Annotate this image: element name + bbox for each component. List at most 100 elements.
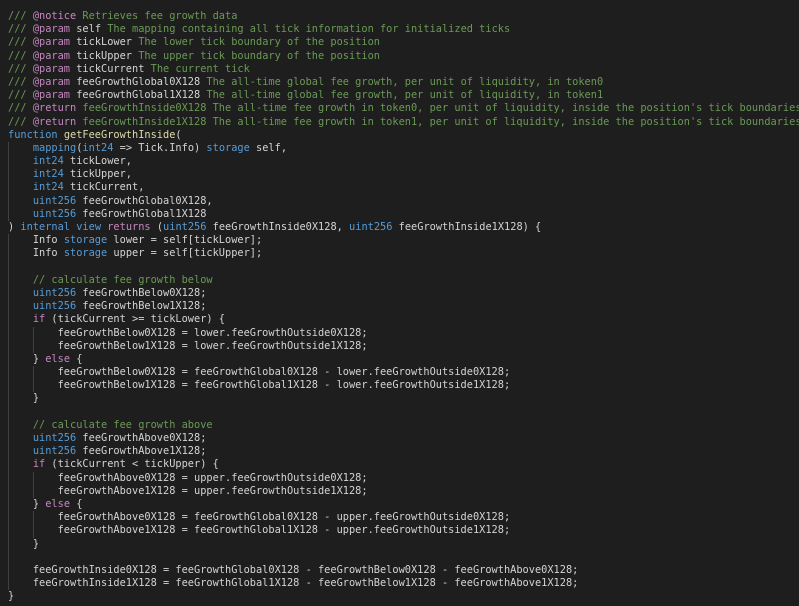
code-token: feeGrowthAbove0X128 = feeGrowthGlobal0X1… xyxy=(57,511,511,524)
code-editor[interactable]: /// @notice Retrieves fee growth data///… xyxy=(0,0,799,606)
code-token: lower = self[tickLower]; xyxy=(107,234,263,247)
code-line[interactable]: } else { xyxy=(0,497,799,512)
code-line[interactable]: uint256 feeGrowthBelow1X128; xyxy=(0,300,799,314)
indent-guide xyxy=(8,366,9,380)
code-token: storage xyxy=(63,247,108,260)
code-line[interactable]: mapping(int24 => Tick.Info) storage self… xyxy=(0,141,799,156)
code-line[interactable] xyxy=(0,405,799,419)
code-token: internal xyxy=(20,221,71,233)
code-line[interactable]: } xyxy=(0,537,799,551)
indent-guide xyxy=(8,484,9,498)
code-token: feeGrowthGlobal1X128 xyxy=(70,89,201,102)
code-line[interactable]: uint256 feeGrowthGlobal0X128, xyxy=(0,194,799,208)
code-line[interactable]: feeGrowthBelow0X128 = feeGrowthGlobal0X1… xyxy=(0,366,799,380)
code-token: @return xyxy=(32,102,77,115)
code-token: tickLower, xyxy=(63,155,133,168)
code-token: /// xyxy=(8,36,33,49)
code-line[interactable]: /// @param tickLower The lower tick boun… xyxy=(0,36,799,49)
code-line[interactable]: feeGrowthAbove0X128 = feeGrowthGlobal0X1… xyxy=(0,511,799,525)
indent-guide xyxy=(8,445,9,459)
code-token: /// xyxy=(8,10,33,22)
code-token: /// xyxy=(8,49,33,62)
code-token: => Tick.Info) xyxy=(113,141,207,154)
code-token: feeGrowthAbove0X128 = upper.feeGrowthOut… xyxy=(57,471,368,484)
indent-guide xyxy=(8,286,9,301)
code-line[interactable]: uint256 feeGrowthGlobal1X128 xyxy=(0,207,799,221)
code-line[interactable]: Info storage upper = self[tickUpper]; xyxy=(0,247,799,261)
code-line[interactable] xyxy=(0,260,799,274)
indent-guide xyxy=(8,194,9,208)
code-line[interactable]: /// @param tickUpper The upper tick boun… xyxy=(0,50,799,63)
code-token: feeGrowthAbove1X128; xyxy=(76,445,207,458)
code-line[interactable]: function getFeeGrowthInside( xyxy=(0,129,799,142)
code-token: feeGrowthBelow1X128 = lower.feeGrowthOut… xyxy=(57,339,368,352)
code-line[interactable]: // calculate fee growth below xyxy=(0,273,799,287)
indent-guide xyxy=(8,405,9,419)
code-token: int24 xyxy=(32,168,64,181)
code-token: The mapping containing all tick informat… xyxy=(101,23,511,36)
indent-guide xyxy=(32,511,34,525)
code-line[interactable]: /// @return feeGrowthInside1X128 The all… xyxy=(0,116,799,129)
code-line[interactable]: /// @param self The mapping containing a… xyxy=(0,23,799,36)
code-line[interactable]: feeGrowthInside0X128 = feeGrowthGlobal0X… xyxy=(0,563,799,578)
code-token: uint256 xyxy=(32,432,77,444)
code-token: if xyxy=(32,313,46,326)
code-token: @param xyxy=(32,36,71,49)
code-token: if xyxy=(32,458,46,471)
code-token: int24 xyxy=(32,181,64,194)
code-line[interactable]: feeGrowthAbove1X128 = feeGrowthGlobal1X1… xyxy=(0,524,799,538)
code-token: uint256 xyxy=(32,286,77,299)
code-line[interactable]: feeGrowthAbove0X128 = upper.feeGrowthOut… xyxy=(0,471,799,485)
indent-guide xyxy=(8,537,9,551)
code-line[interactable]: if (tickCurrent >= tickLower) { xyxy=(0,313,799,327)
code-token: feeGrowthInside0X128, xyxy=(206,221,350,233)
code-line[interactable]: } else { xyxy=(0,352,799,367)
code-line[interactable]: } xyxy=(0,392,799,406)
code-token: @param xyxy=(32,23,71,36)
indent-guide xyxy=(8,577,9,591)
code-line[interactable]: feeGrowthBelow0X128 = lower.feeGrowthOut… xyxy=(0,326,799,340)
code-line[interactable]: ) internal view returns (uint256 feeGrow… xyxy=(0,221,799,234)
code-line[interactable]: /// @notice Retrieves fee growth data xyxy=(0,10,799,23)
code-line[interactable]: uint256 feeGrowthAbove1X128; xyxy=(0,445,799,459)
code-line[interactable]: /// @param feeGrowthGlobal1X128 The all-… xyxy=(0,89,799,102)
code-token: uint256 xyxy=(349,221,393,233)
code-token: getFeeGrowthInside xyxy=(63,128,176,141)
code-line[interactable]: // calculate fee growth above xyxy=(0,418,799,432)
code-token: feeGrowthBelow1X128 = feeGrowthGlobal1X1… xyxy=(57,379,511,392)
code-line[interactable]: /// @param feeGrowthGlobal0X128 The all-… xyxy=(0,76,799,89)
code-token: Info xyxy=(32,247,64,260)
code-line[interactable]: /// @param tickCurrent The current tick xyxy=(0,63,799,76)
code-token: ) xyxy=(8,221,21,233)
code-token: feeGrowthGlobal0X128, xyxy=(76,194,213,207)
code-line[interactable]: uint256 feeGrowthBelow0X128; xyxy=(0,286,799,301)
code-token: Info xyxy=(32,234,64,247)
code-line[interactable]: int24 tickCurrent, xyxy=(0,181,799,195)
code-line[interactable]: int24 tickLower, xyxy=(0,155,799,169)
code-line[interactable]: feeGrowthAbove1X128 = upper.feeGrowthOut… xyxy=(0,484,799,498)
code-line[interactable]: feeGrowthBelow1X128 = feeGrowthGlobal1X1… xyxy=(0,379,799,393)
code-line[interactable]: if (tickCurrent < tickUpper) { xyxy=(0,458,799,472)
code-line[interactable] xyxy=(0,550,799,564)
code-token: view xyxy=(76,221,102,233)
indent-guide xyxy=(32,326,34,340)
code-token: feeGrowthInside1X128 = feeGrowthGlobal1X… xyxy=(32,577,579,590)
code-line[interactable]: feeGrowthInside1X128 = feeGrowthGlobal1X… xyxy=(0,577,799,591)
code-token: feeGrowthInside0X128 The all-time fee gr… xyxy=(76,102,799,115)
code-line[interactable]: int24 tickUpper, xyxy=(0,168,799,182)
code-line[interactable]: /// @return feeGrowthInside0X128 The all… xyxy=(0,102,799,115)
code-line[interactable]: } xyxy=(0,590,799,603)
code-line[interactable]: feeGrowthBelow1X128 = lower.feeGrowthOut… xyxy=(0,339,799,353)
code-line[interactable]: uint256 feeGrowthAbove0X128; xyxy=(0,432,799,446)
code-token: /// xyxy=(8,102,33,115)
indent-guide xyxy=(32,379,34,393)
code-line[interactable]: Info storage lower = self[tickLower]; xyxy=(0,234,799,248)
code-token: /// xyxy=(8,89,33,102)
code-token: @param xyxy=(32,49,71,62)
